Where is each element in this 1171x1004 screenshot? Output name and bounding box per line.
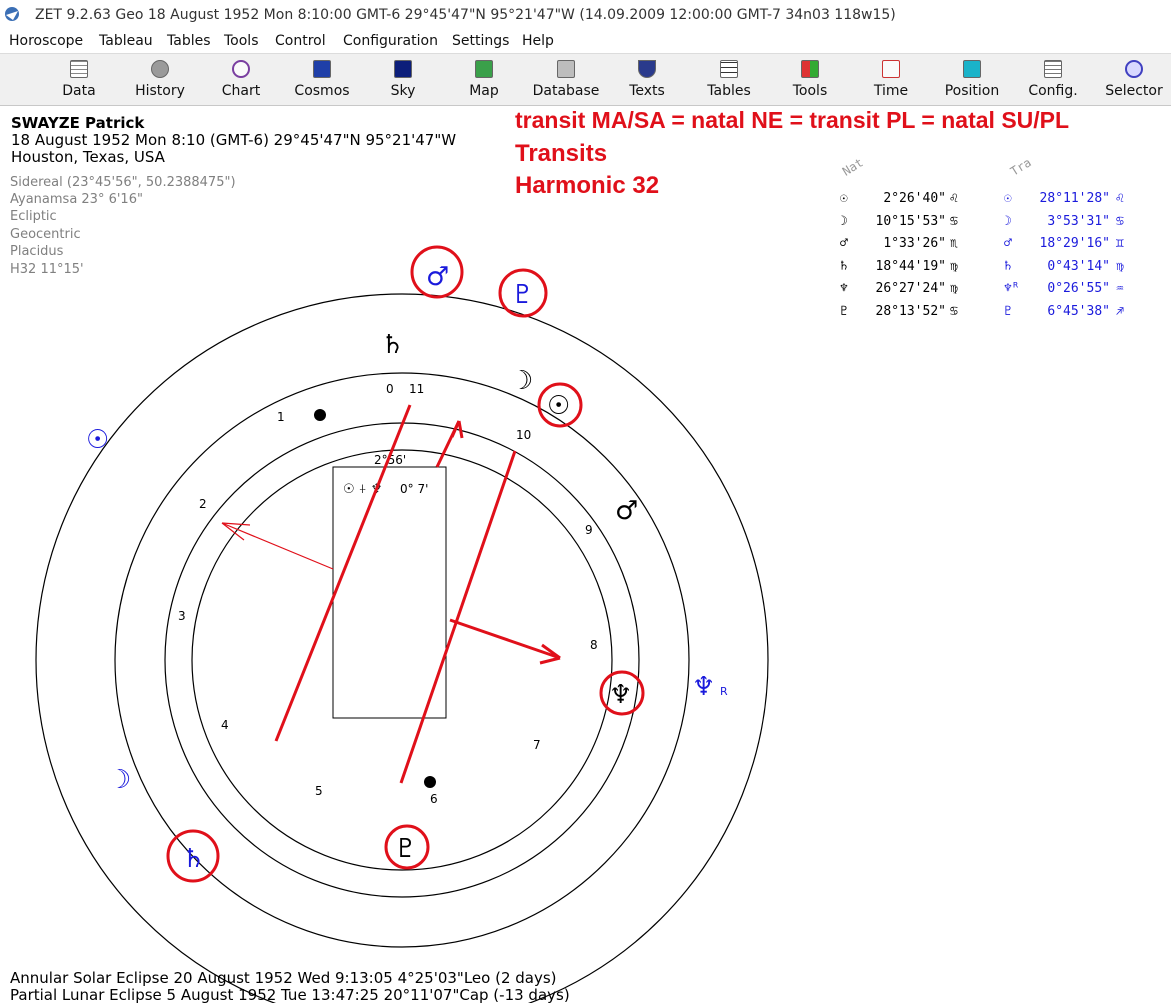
texts-button-label: Texts [629, 83, 665, 99]
natal-pluto-glyph: ♇ [394, 834, 417, 864]
tools-button-label: Tools [792, 83, 828, 99]
house-label-9: 9 [585, 523, 593, 537]
transit-pluto-glyph: ♇ [511, 280, 534, 310]
house-label-2: 2 [199, 497, 207, 511]
config-button-label: Config. [1028, 83, 1078, 99]
tables-icon [720, 60, 738, 78]
texts-button[interactable]: Texts [609, 54, 685, 105]
transit-neptune-glyph: ♆ [692, 672, 715, 702]
window-title: ZET 9.2.63 Geo 18 August 1952 Mon 8:10:0… [35, 7, 896, 23]
tables-button[interactable]: Tables [691, 54, 767, 105]
house-label-3: 3 [178, 609, 186, 623]
transit-sun-glyph: ☉ [86, 425, 109, 455]
arrow-line-3 [221, 522, 334, 570]
chart-button-label: Chart [221, 83, 261, 99]
selector-button-label: Selector [1105, 83, 1163, 99]
selector-icon [1125, 60, 1143, 78]
data-button[interactable]: Data [41, 54, 117, 105]
toolbar: Data History Chart Cosmos Sky Map Databa… [0, 53, 1171, 106]
tools-button[interactable]: Tools [772, 54, 848, 105]
map-icon [475, 60, 493, 78]
map-button[interactable]: Map [446, 54, 522, 105]
sky-button[interactable]: Sky [365, 54, 441, 105]
menu-configuration[interactable]: Configuration [343, 33, 438, 49]
house-label-5: 5 [315, 784, 323, 798]
menu-control[interactable]: Control [275, 33, 326, 49]
cosmos-button-label: Cosmos [294, 83, 350, 99]
menu-help[interactable]: Help [522, 33, 554, 49]
app-logo-icon [5, 7, 19, 21]
midpoint-orb: 0° 7' [400, 482, 428, 496]
natal-mars-glyph: ♂ [615, 496, 638, 526]
natal-neptune-glyph: ♆ [609, 680, 632, 710]
retrograde-marker: R [720, 685, 728, 698]
natal-marker-dot-2 [424, 776, 436, 788]
midpoint-box [332, 466, 447, 719]
data-button-label: Data [62, 83, 96, 99]
tables-button-label: Tables [707, 83, 751, 99]
house-label-7: 7 [533, 738, 541, 752]
menu-bar: Horoscope Tableau Tables Tools Control C… [0, 30, 1171, 52]
menu-tableau[interactable]: Tableau [99, 33, 153, 49]
texts-icon [638, 60, 656, 78]
arrow-line-2 [449, 618, 561, 660]
chart-wheel-icon [232, 60, 250, 78]
transit-mars-glyph: ♂ [426, 262, 449, 292]
time-button-label: Time [873, 83, 909, 99]
database-button-label: Database [532, 83, 600, 99]
cosmos-icon [313, 60, 331, 78]
database-button[interactable]: Database [528, 54, 604, 105]
time-clock-icon [882, 60, 900, 78]
house-label-4: 4 [221, 718, 229, 732]
cosmos-button[interactable]: Cosmos [284, 54, 360, 105]
eclipse-solar: Annular Solar Eclipse 20 August 1952 Wed… [10, 969, 557, 987]
history-button-label: History [135, 83, 185, 99]
natal-moon-glyph: ☽ [510, 366, 533, 396]
sky-button-label: Sky [390, 83, 416, 99]
house-label-8: 8 [590, 638, 598, 652]
database-icon [557, 60, 575, 78]
house-label-0: 0 [386, 382, 394, 396]
selector-button[interactable]: Selector [1096, 54, 1171, 105]
natal-marker-dot [314, 409, 326, 421]
title-bar: ZET 9.2.63 Geo 18 August 1952 Mon 8:10:0… [0, 0, 1171, 30]
house-label-11: 11 [409, 382, 424, 396]
history-button[interactable]: History [122, 54, 198, 105]
menu-tools[interactable]: Tools [224, 33, 259, 49]
transit-moon-glyph: ☽ [108, 765, 131, 795]
house-label-10: 10 [516, 428, 531, 442]
sky-stars-icon [394, 60, 412, 78]
eclipse-lunar: Partial Lunar Eclipse 5 August 1952 Tue … [10, 986, 570, 1004]
natal-sun-glyph: ☉ [547, 391, 570, 421]
chart-wheel[interactable]: 2°56' ☉ ⍭ ♆ 0° 7' 0 11 10 9 8 7 6 5 4 3 … [0, 105, 1171, 1003]
menu-horoscope[interactable]: Horoscope [9, 33, 83, 49]
transit-saturn-glyph: ♄ [182, 844, 205, 874]
natal-saturn-glyph: ♄ [381, 330, 404, 360]
position-button-label: Position [944, 83, 1000, 99]
config-button[interactable]: Config. [1015, 54, 1091, 105]
tools-icon [801, 60, 819, 78]
chart-button[interactable]: Chart [203, 54, 279, 105]
map-button-label: Map [469, 83, 499, 99]
position-button[interactable]: Position [934, 54, 1010, 105]
position-icon [963, 60, 981, 78]
chart-area: SWAYZE Patrick 18 August 1952 Mon 8:10 (… [0, 105, 1171, 1004]
house-label-1: 1 [277, 410, 285, 424]
house-label-6: 6 [430, 792, 438, 806]
menu-tables[interactable]: Tables [167, 33, 211, 49]
menu-settings[interactable]: Settings [452, 33, 509, 49]
data-grid-icon [70, 60, 88, 78]
history-icon [151, 60, 169, 78]
config-icon [1044, 60, 1062, 78]
time-button[interactable]: Time [853, 54, 929, 105]
